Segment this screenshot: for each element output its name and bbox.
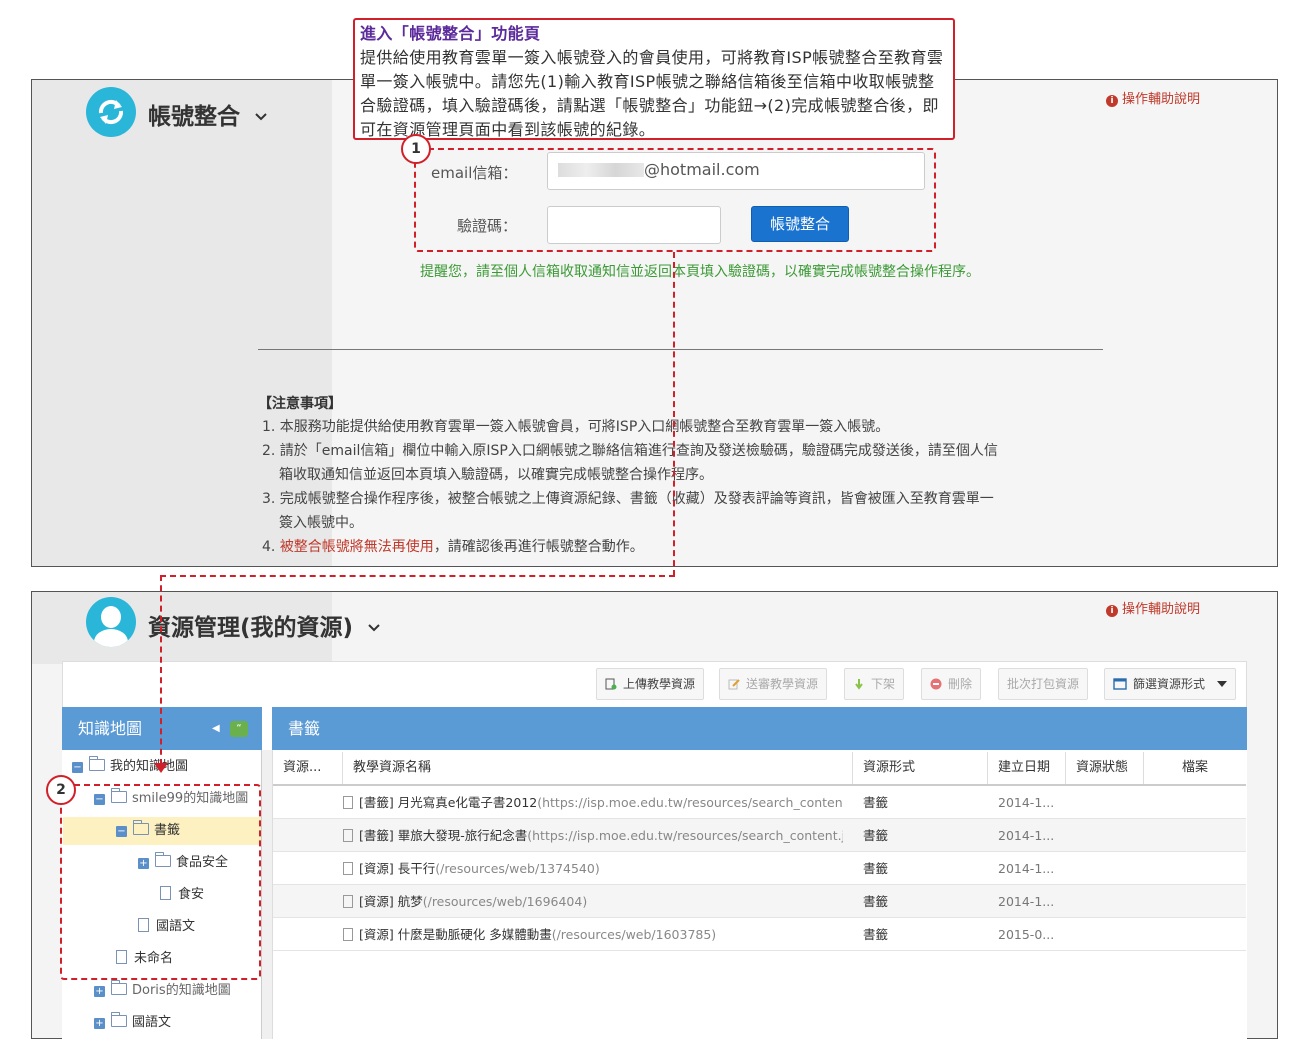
resource-name-cell[interactable]: [資源] 航梦(/resources/web/1696404): [343, 885, 843, 918]
batch-package-button[interactable]: 批次打包資源: [998, 668, 1089, 700]
column-separator: [1065, 752, 1066, 785]
resource-name-cell[interactable]: [資源] 長干行(/resources/web/1374540): [343, 852, 843, 885]
notice-4: 4. 被整合帳號將無法再使用，請確認後再進行帳號整合動作。: [262, 539, 644, 555]
created-date-cell: 2014-1...: [998, 828, 1055, 843]
notice-3-cont: 簽入帳號中。: [279, 515, 363, 531]
column-name[interactable]: 教學資源名稱: [353, 752, 431, 784]
unpublish-button[interactable]: 下架: [844, 668, 905, 700]
step-2-highlight: [60, 784, 261, 980]
table-row[interactable]: [書籤] 月光寫真e化電子書2012(https://isp.moe.edu.t…: [273, 786, 1246, 819]
tree-item-my-map[interactable]: − 我的知識地圖: [72, 753, 188, 781]
sync-icon: [86, 87, 136, 137]
notice-1: 1. 本服務功能提供給使用教育雲單一簽入帳號會員，可將ISP入口網帳號整合至教育…: [262, 419, 890, 435]
tree-item-chinese-2[interactable]: + 國語文: [94, 1009, 171, 1037]
resource-name-cell[interactable]: [資源] 什麼是動脈硬化 多媒體動畫(/resources/web/160378…: [343, 918, 843, 951]
reminder-text: 提醒您，請至個人信箱收取通知信並返回本頁填入驗證碼，以確實完成帳號整合操作程序。: [420, 264, 980, 280]
step-1-marker: 1: [401, 134, 431, 164]
connector-line: [673, 252, 675, 576]
resource-page-title[interactable]: 資源管理(我的資源): [148, 608, 381, 642]
help-link[interactable]: i 操作輔助說明: [1106, 598, 1200, 617]
document-icon: [343, 862, 353, 875]
upload-icon: [605, 678, 617, 690]
table-row[interactable]: [資源] 航梦(/resources/web/1696404) 書籤 2014-…: [273, 885, 1246, 918]
created-date-cell: 2014-1...: [998, 894, 1055, 909]
tree-item-doris[interactable]: + Doris的知識地圖: [94, 977, 231, 1005]
connector-arrowhead-icon: [154, 763, 168, 773]
document-icon: [343, 796, 353, 809]
column-file[interactable]: 檔案: [1182, 752, 1208, 784]
divider: [258, 349, 1103, 350]
column-type[interactable]: 資源形式: [863, 752, 915, 784]
upload-resource-button[interactable]: 上傳教學資源: [596, 668, 705, 700]
column-separator: [987, 752, 988, 785]
resource-type-cell: 書籤: [863, 795, 889, 810]
connector-line: [160, 575, 675, 577]
step-2-marker: 2: [46, 775, 76, 805]
tree-resize-handle[interactable]: [262, 750, 272, 1039]
user-icon: [86, 597, 136, 647]
resource-type-cell: 書籤: [863, 861, 889, 876]
callout-title: 進入「帳號整合」功能頁: [360, 24, 541, 43]
notice-4-warning: 被整合帳號將無法再使用: [279, 539, 434, 555]
document-icon: [343, 928, 353, 941]
knowledge-tree-header: 知識地圖 ◀ “: [62, 707, 262, 750]
column-resource[interactable]: 資源...: [283, 752, 338, 784]
folder-open-icon: [89, 756, 105, 771]
chevron-down-icon: [368, 624, 380, 632]
folder-icon: [111, 980, 127, 995]
edit-icon: [728, 679, 740, 690]
connector-line: [160, 575, 162, 765]
resource-type-cell: 書籤: [863, 927, 889, 942]
resource-name-cell[interactable]: [書籤] 畢旅大發現-旅行紀念書(https://isp.moe.edu.tw/…: [343, 819, 843, 852]
help-link[interactable]: i 操作輔助說明: [1106, 88, 1200, 107]
info-icon: i: [1106, 95, 1118, 107]
created-date-cell: 2014-1...: [998, 795, 1055, 810]
created-date-cell: 2014-1...: [998, 861, 1055, 876]
expand-icon[interactable]: +: [94, 986, 105, 997]
step-1-highlight: [414, 148, 936, 252]
minus-circle-icon: [930, 678, 942, 690]
table-row[interactable]: [資源] 什麼是動脈硬化 多媒體動畫(/resources/web/160378…: [273, 918, 1246, 951]
resource-name-cell[interactable]: [書籤] 月光寫真e化電子書2012(https://isp.moe.edu.t…: [343, 786, 843, 819]
table-row[interactable]: [書籤] 畢旅大發現-旅行紀念書(https://isp.moe.edu.tw/…: [273, 819, 1246, 852]
delete-button[interactable]: 刪除: [921, 668, 982, 700]
notice-2: 2. 請於「email信箱」欄位中輸入原ISP入口網帳號之聯絡信箱進行查詢及發送…: [262, 443, 998, 459]
column-separator: [342, 752, 343, 785]
submit-review-button[interactable]: 送審教學資源: [719, 668, 828, 700]
window-icon: [1113, 678, 1127, 690]
callout-body: 提供給使用教育雲單一簽入帳號登入的會員使用，可將教育ISP帳號整合至教育雲單一簽…: [360, 48, 944, 139]
notice-2-cont: 箱收取通知信並返回本頁填入驗證碼，以確實完成帳號整合操作程序。: [279, 467, 713, 483]
folder-icon: [111, 1012, 127, 1027]
bookmark-table-header: 書籤: [272, 707, 1247, 750]
document-icon: [343, 895, 353, 908]
arrow-down-icon: [855, 679, 863, 690]
filter-type-dropdown[interactable]: 篩選資源形式: [1104, 668, 1236, 700]
chevron-down-icon: [255, 113, 267, 121]
page-title[interactable]: 帳號整合: [148, 97, 268, 131]
resource-type-cell: 書籤: [863, 828, 889, 843]
column-separator: [1143, 752, 1144, 785]
created-date-cell: 2015-0...: [998, 927, 1055, 942]
collapse-left-icon[interactable]: ◀: [212, 707, 220, 750]
notice-title: 【注意事項】: [258, 396, 342, 412]
column-separator: [852, 752, 853, 785]
document-icon: [343, 829, 353, 842]
notice-3: 3. 完成帳號整合操作程序後，被整合帳號之上傳資源紀錄、書籤（收藏）及發表評論等…: [262, 491, 994, 507]
column-date[interactable]: 建立日期: [998, 752, 1050, 784]
quote-badge-icon[interactable]: “: [230, 721, 248, 737]
instruction-callout: 進入「帳號整合」功能頁 提供給使用教育雲單一簽入帳號登入的會員使用，可將教育IS…: [353, 18, 955, 140]
resource-type-cell: 書籤: [863, 894, 889, 909]
collapse-icon[interactable]: −: [72, 762, 83, 773]
expand-icon[interactable]: +: [94, 1018, 105, 1029]
caret-down-icon: [1216, 681, 1227, 687]
column-status[interactable]: 資源狀態: [1076, 752, 1128, 784]
info-icon: i: [1106, 605, 1118, 617]
table-row[interactable]: [資源] 長干行(/resources/web/1374540) 書籤 2014…: [273, 852, 1246, 885]
